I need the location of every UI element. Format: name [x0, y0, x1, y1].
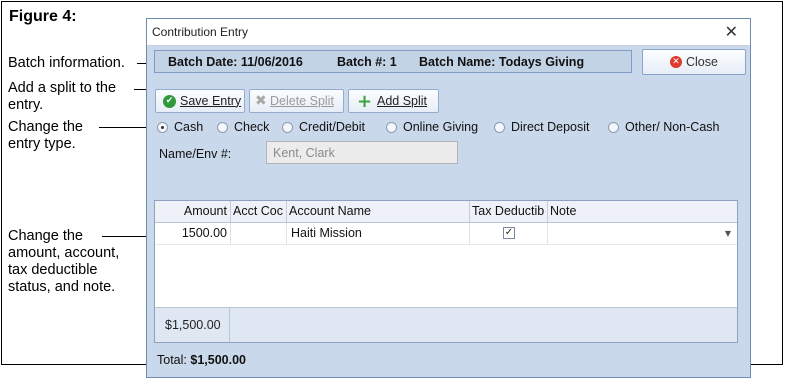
callout-line: amount, account,	[8, 245, 120, 261]
grid-footer: $1,500.00	[155, 307, 737, 342]
footer-amount-sum: $1,500.00	[165, 318, 221, 332]
grid-header: Amount Acct Coc Account Name Tax Deducti…	[155, 201, 737, 223]
radio-label: Direct Deposit	[511, 120, 590, 134]
batch-number: Batch #: 1	[337, 55, 397, 69]
cell-account-name[interactable]: Haiti Mission	[287, 223, 470, 244]
col-amount-header[interactable]: Amount	[155, 201, 231, 222]
close-button-label: Close	[686, 55, 718, 69]
callout-line: Change the	[8, 119, 83, 135]
add-split-label: Add Split	[377, 94, 428, 108]
split-grid: Amount Acct Coc Account Name Tax Deducti…	[154, 200, 738, 343]
radio-circle	[608, 122, 619, 133]
batch-date: Batch Date: 11/06/2016	[168, 55, 303, 69]
figure-title: Figure 4:	[9, 8, 77, 25]
radio-label: Cash	[174, 120, 204, 134]
col-account-name-header[interactable]: Account Name	[287, 201, 470, 222]
callout-entry-type: Change the entry type.	[8, 119, 83, 153]
green-plus-icon: +	[357, 91, 373, 112]
delete-split-button[interactable]: ✖ Delete Split	[249, 89, 344, 113]
batch-info-bar: Batch Date: 11/06/2016 Batch #: 1 Batch …	[154, 50, 632, 73]
tax-deductible-checkbox[interactable]: ✓	[503, 227, 515, 239]
cell-tax-deductible[interactable]: ✓	[470, 223, 548, 244]
cell-acct-code[interactable]	[231, 223, 287, 244]
window-titlebar: Contribution Entry ✕	[147, 19, 750, 46]
col-acct-code-header[interactable]: Acct Coc	[231, 201, 287, 222]
cell-amount[interactable]: 1500.00	[155, 223, 231, 244]
name-env-label: Name/Env #:	[159, 147, 232, 161]
save-entry-label: Save Entry	[180, 94, 242, 108]
check-circle-icon: ✔	[163, 95, 176, 108]
radio-circle	[494, 122, 505, 133]
callout-line: entry type.	[8, 136, 76, 152]
radio-circle	[386, 122, 397, 133]
callout-add-split: Add a split to the entry.	[8, 80, 116, 114]
callout-line: Batch information.	[8, 55, 125, 71]
callout-line: entry.	[8, 97, 44, 113]
col-tax-deductible-header[interactable]: Tax Deductib	[470, 201, 548, 222]
radio-label: Online Giving	[403, 120, 479, 134]
radio-circle	[157, 122, 168, 133]
save-entry-button[interactable]: ✔ Save Entry	[155, 89, 245, 113]
radio-label: Other/ Non-Cash	[625, 120, 720, 134]
footer-divider	[229, 308, 230, 342]
callout-batch-info: Batch information.	[8, 55, 125, 72]
close-button[interactable]: ✕ Close	[642, 49, 746, 75]
callout-grid: Change the amount, account, tax deductib…	[8, 228, 119, 296]
delete-x-icon: ✖	[255, 93, 267, 109]
delete-split-label: Delete Split	[270, 94, 334, 108]
total-line: Total: $1,500.00	[157, 353, 246, 367]
radio-label: Check	[234, 120, 270, 134]
chevron-down-icon[interactable]: ▼	[725, 223, 731, 244]
table-row[interactable]: 1500.00 Haiti Mission ✓ ▼	[155, 223, 737, 245]
add-split-button[interactable]: + Add Split	[348, 89, 439, 113]
total-label: Total:	[157, 353, 187, 367]
radio-circle	[217, 122, 228, 133]
cell-note[interactable]: ▼	[548, 223, 737, 244]
radio-label: Credit/Debit	[299, 120, 365, 134]
radio-circle	[282, 122, 293, 133]
total-value: $1,500.00	[190, 353, 246, 367]
col-note-header[interactable]: Note	[548, 201, 737, 222]
callout-line: Add a split to the	[8, 80, 117, 96]
window-close-icon[interactable]: ✕	[725, 22, 738, 41]
callout-line: status, and note.	[8, 279, 116, 295]
name-env-input[interactable]: Kent, Clark	[266, 141, 458, 164]
window-title: Contribution Entry	[152, 25, 249, 39]
contribution-entry-window: Contribution Entry ✕ Batch Date: 11/06/2…	[146, 18, 751, 378]
close-icon: ✕	[670, 56, 682, 68]
batch-name: Batch Name: Todays Giving	[419, 55, 585, 69]
callout-line: tax deductible	[8, 262, 98, 278]
